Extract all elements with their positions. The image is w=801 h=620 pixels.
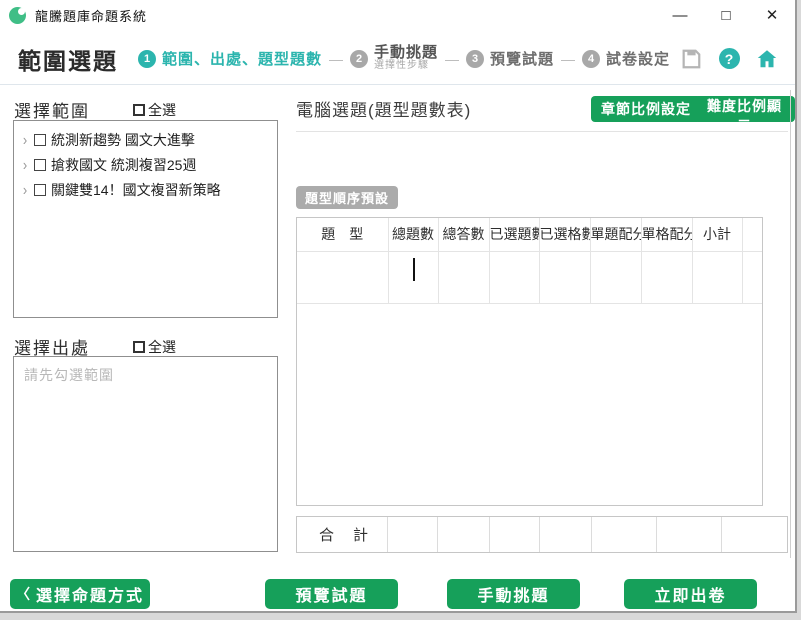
tree-item-label[interactable]: 統測新趨勢 國文大進擊 [51,130,195,150]
step-separator: — [561,50,576,67]
step-2-sublabel: 選擇性步驟 [374,60,430,72]
step-2[interactable]: 2 手動挑題 選擇性步驟 [350,45,438,71]
help-button[interactable]: ? [717,47,741,71]
source-list-panel: 請先勾選範圍 [13,356,278,552]
tree-item[interactable]: › 搶救國文 統測複習25週 [18,152,273,177]
type-order-default-button[interactable]: 題型順序預設 [296,186,399,209]
step-3[interactable]: 3 預覽試題 [466,48,554,69]
range-tree-panel: › 統測新趨勢 國文大進擊 › 搶救國文 統測複習25週 › 關鍵雙14！國文複… [13,120,278,318]
divider [296,131,788,132]
generate-paper-button[interactable]: 立即出卷 [624,579,757,609]
app-window: 龍騰題庫命題系統 — □ ✕ 範圍選題 1 範圍、出處、題型題數 — 2 手動挑… [0,0,797,613]
window-controls: — □ ✕ [657,0,795,30]
totals-row: 合 計 [296,516,788,553]
col-header-total-answers: 總答數 [437,218,490,252]
totals-label: 合 計 [319,527,371,544]
source-select-all-label: 全選 [148,339,176,355]
home-button[interactable] [755,47,779,71]
tree-item-checkbox[interactable] [34,158,46,171]
source-select-all[interactable]: 全選 [133,337,176,357]
tree-item-checkbox[interactable] [34,133,46,146]
step-4[interactable]: 4 試卷設定 [582,48,670,69]
expand-arrow-icon[interactable]: › [18,131,32,149]
cell-selected-cells[interactable] [538,250,591,304]
step-3-label: 預覽試題 [490,51,555,68]
totals-cell [539,517,591,552]
step-separator: — [445,50,460,67]
range-select-all-label: 全選 [148,102,176,118]
tree-item[interactable]: › 統測新趨勢 國文大進擊 [18,127,273,152]
cell-empty [741,250,762,304]
save-button[interactable] [679,47,703,71]
totals-cell [387,517,437,552]
range-section-title: 選擇範圍 [14,102,90,121]
minimize-button[interactable]: — [657,0,703,30]
table-row [297,250,762,304]
totals-cell [489,517,539,552]
step-1-circle: 1 [138,49,156,68]
back-to-method-button[interactable]: 〈 選擇命題方式 [10,579,150,609]
titlebar: 龍騰題庫命題系統 — □ ✕ [0,0,795,30]
tree-item[interactable]: › 關鍵雙14！國文複習新策略 [18,177,273,202]
step-4-label: 試卷設定 [606,51,671,68]
step-2-circle: 2 [350,49,369,68]
save-icon [682,49,701,68]
col-header-empty [741,218,762,252]
page-title: 範圍選題 [18,47,118,74]
back-to-method-label: 選擇命題方式 [35,588,144,605]
cell-total-answers[interactable] [437,250,490,304]
chevron-left-icon: 〈 [15,586,30,602]
col-header-subtotal: 小計 [691,218,743,252]
help-icon: ? [718,48,740,69]
expand-arrow-icon[interactable]: › [18,156,32,174]
cell-points-per-cell[interactable] [640,250,693,304]
chapter-ratio-button[interactable]: 章節比例設定 [591,96,701,122]
step-3-circle: 3 [466,49,485,68]
cell-type[interactable] [297,250,389,304]
app-title: 龍騰題庫命題系統 [35,8,148,24]
close-button[interactable]: ✕ [749,0,795,30]
text-caret [413,258,415,281]
step-1[interactable]: 1 範圍、出處、題型題數 [138,48,322,69]
col-header-points-per-question: 單題配分 [589,218,642,252]
home-icon [757,49,777,67]
col-header-type: 題 型 [297,218,389,252]
question-type-table: 題 型 總題數 總答數 已選題數 已選格數 單題配分 單格配分 小計 [296,217,763,506]
col-header-selected-cells: 已選格數 [538,218,591,252]
range-select-all[interactable]: 全選 [133,100,176,120]
step-4-circle: 4 [582,49,601,68]
totals-cell [591,517,656,552]
tree-item-label[interactable]: 搶救國文 統測複習25週 [51,155,196,175]
source-select-all-checkbox[interactable] [133,341,145,353]
range-select-all-checkbox[interactable] [133,104,145,116]
scrollbar-track [790,90,791,558]
header: 範圍選題 1 範圍、出處、題型題數 — 2 手動挑題 選擇性步驟 — 3 預覽試… [0,33,795,85]
totals-cell [721,517,787,552]
step-1-label: 範圍、出處、題型題數 [162,51,323,68]
step-nav: 1 範圍、出處、題型題數 — 2 手動挑題 選擇性步驟 — 3 預覽試題 — 4… [138,45,670,71]
step-2-label: 手動挑題 [374,44,439,62]
source-placeholder: 請先勾選範圍 [24,367,114,383]
app-logo-icon [9,6,26,24]
col-header-total-questions: 總題數 [387,218,439,252]
cell-subtotal[interactable] [691,250,743,304]
step-separator: — [329,50,344,67]
tree-item-checkbox[interactable] [34,183,46,196]
totals-cell [656,517,721,552]
expand-arrow-icon[interactable]: › [18,181,32,199]
totals-cell [437,517,489,552]
col-header-points-per-cell: 單格配分 [640,218,693,252]
maximize-button[interactable]: □ [703,0,749,30]
cell-points-per-question[interactable] [589,250,642,304]
main-panel-title: 電腦選題(題型題數表) [296,101,472,120]
col-header-selected-questions: 已選題數 [488,218,540,252]
cell-selected-questions[interactable] [488,250,540,304]
tree-item-label[interactable]: 關鍵雙14！國文複習新策略 [51,180,221,200]
difficulty-ratio-button[interactable]: 難度比例顯示 [694,96,795,134]
preview-questions-button[interactable]: 預覽試題 [265,579,398,609]
manual-pick-button[interactable]: 手動挑題 [447,579,580,609]
